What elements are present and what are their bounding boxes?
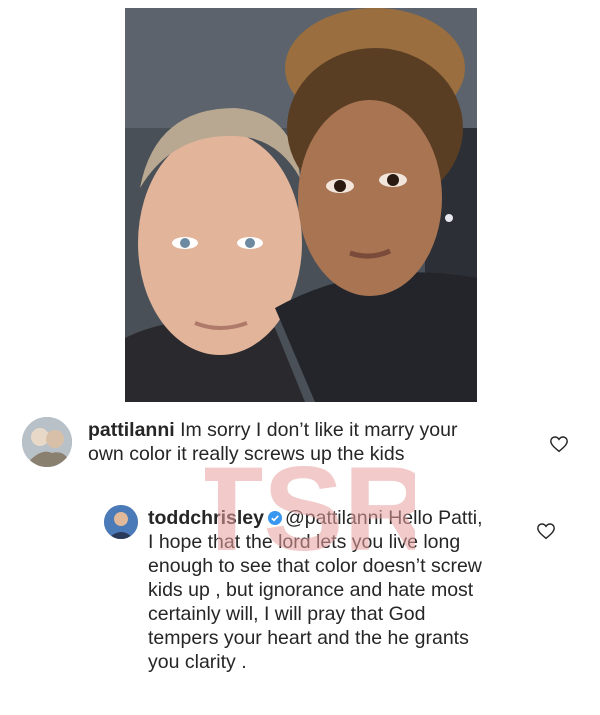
heart-outline-icon[interactable] [549,435,569,453]
verified-badge-icon [267,511,282,525]
comment-username[interactable]: pattilanni [88,419,175,441]
selfie-photo [125,8,477,402]
comment-2: toddchrisley @pattilanni Hello Patti, I h… [148,506,493,674]
avatar-image [104,505,138,539]
post-photo [125,8,477,402]
comment-1: pattilanni Im sorry I don’t like it marr… [88,418,488,466]
heart-outline-icon[interactable] [536,522,556,540]
comment-text: @pattilanni Hello Patti, I hope that the… [148,507,483,673]
avatar[interactable] [104,505,138,539]
avatar-image [22,417,72,467]
comment-username[interactable]: toddchrisley [148,507,264,529]
avatar[interactable] [22,417,72,467]
